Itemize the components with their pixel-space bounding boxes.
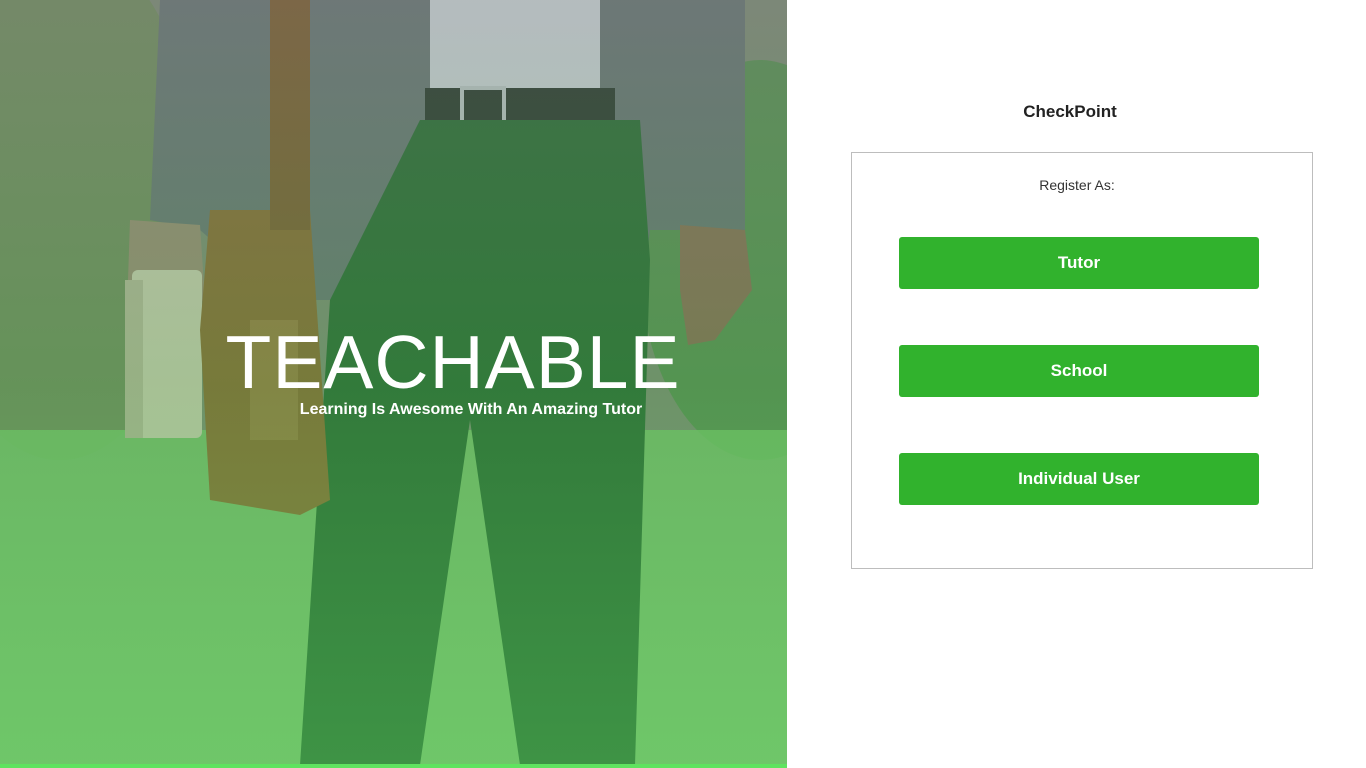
register-school-button[interactable]: School [899,345,1259,397]
hero-bottom-accent [0,764,787,768]
register-tutor-button[interactable]: Tutor [899,237,1259,289]
hero-tagline: Learning Is Awesome With An Amazing Tuto… [299,401,643,418]
brand-name: CheckPoint [1023,102,1117,121]
hero-title: TEACHABLE [225,320,681,404]
hero-banner: TEACHABLE Learning Is Awesome With An Am… [0,0,787,768]
register-as-label: Register As: [1039,177,1115,193]
register-card: Register As: Tutor School Individual Use… [851,152,1313,569]
register-individual-user-button[interactable]: Individual User [899,453,1259,505]
registration-page: TEACHABLE Learning Is Awesome With An Am… [0,0,1366,768]
